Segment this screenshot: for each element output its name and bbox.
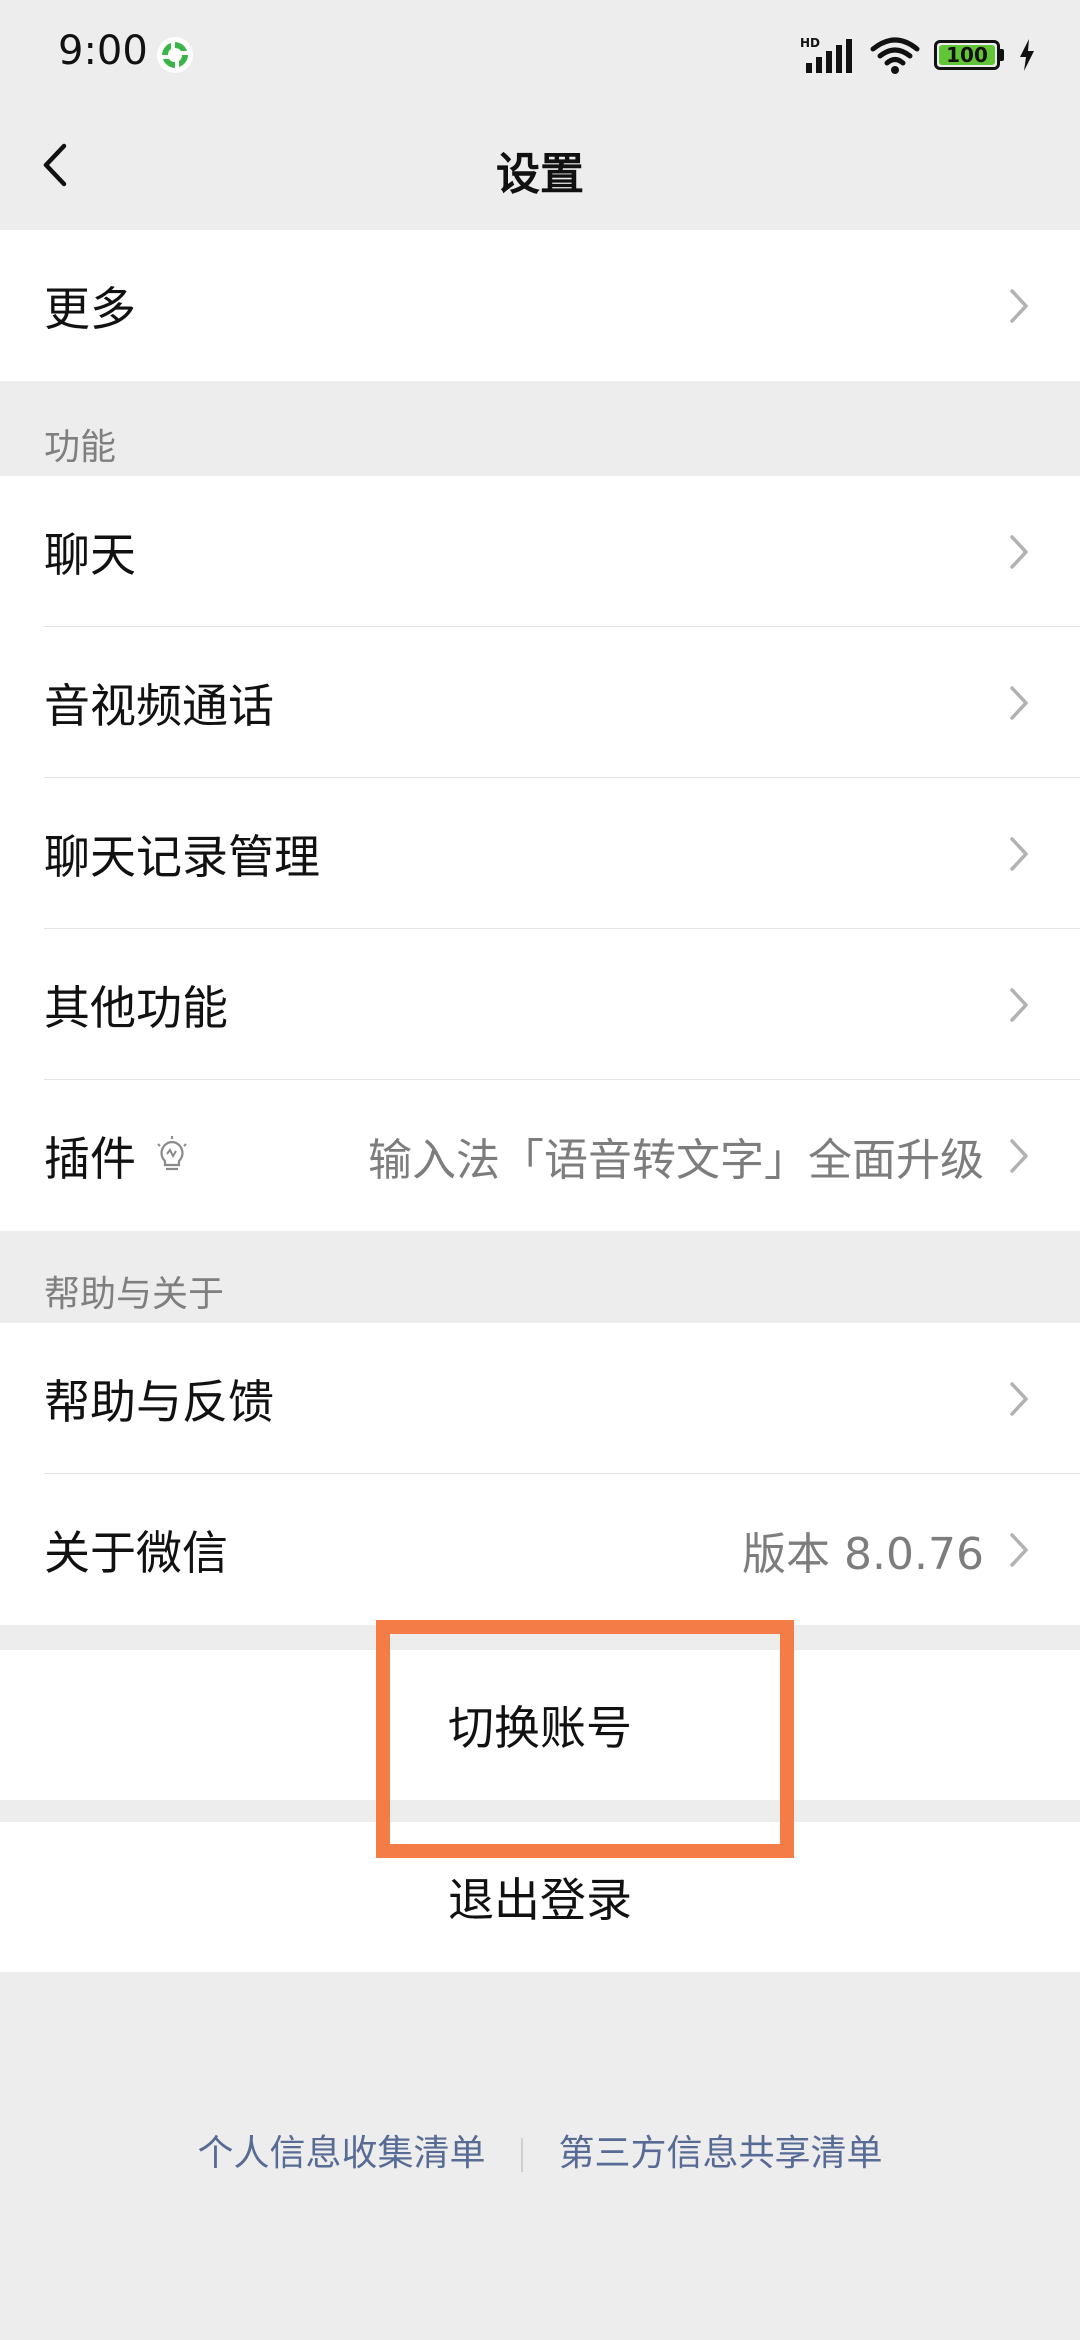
settings-item-value: 版本 8.0.76 (742, 1528, 984, 1580)
settings-item-value: 输入法「语音转文字」全面升级 (368, 1134, 984, 1186)
settings-item-av-calls[interactable]: 音视频通话 (0, 627, 1080, 778)
wifi-icon (870, 37, 920, 74)
settings-item-label: 关于微信 (44, 1525, 228, 1580)
chevron-right-icon (1010, 1138, 1028, 1173)
footer-links: 个人信息收集清单 第三方信息共享清单 (0, 2124, 1080, 2176)
settings-item-label: 插件 (44, 1131, 136, 1186)
lightbulb-icon (157, 1135, 187, 1170)
charging-icon (1020, 39, 1034, 71)
chevron-right-icon (1010, 836, 1028, 871)
chevron-right-icon (1010, 685, 1028, 720)
page-title: 设置 (496, 149, 584, 200)
settings-item-label: 帮助与反馈 (44, 1374, 274, 1429)
settings-item-label: 更多 (44, 281, 136, 336)
battery-icon: 100 (934, 40, 1000, 70)
battery-indicator: 100 (934, 40, 1004, 70)
link-separator (521, 2138, 523, 2172)
personal-info-list-link[interactable]: 个人信息收集清单 (198, 2133, 486, 2174)
settings-item-label: 音视频通话 (44, 678, 274, 733)
settings-item-label: 聊天 (44, 527, 136, 582)
chevron-right-icon (1010, 534, 1028, 569)
features-group: 聊天 音视频通话 聊天记录管理 其他功能 插件 输入法「语音转文字」全面升级 (0, 476, 1080, 1231)
settings-item-more[interactable]: 更多 (0, 230, 1080, 381)
settings-item-label: 聊天记录管理 (44, 829, 320, 884)
settings-item-about[interactable]: 关于微信 版本 8.0.76 (0, 1474, 1080, 1625)
status-time: 9:00 (58, 28, 148, 74)
settings-item-chat[interactable]: 聊天 (0, 476, 1080, 627)
chevron-right-icon (1010, 1381, 1028, 1416)
status-bar: 9:00 HD 100 (0, 0, 1080, 110)
top-settings-group: 更多 (0, 230, 1080, 381)
navigation-bar: 设置 (0, 110, 1080, 220)
section-header-features: 功能 (44, 427, 117, 468)
settings-item-help-feedback[interactable]: 帮助与反馈 (0, 1323, 1080, 1474)
signal-icon: HD (800, 36, 852, 73)
battery-level: 100 (946, 43, 988, 67)
status-indicators: HD 100 (800, 30, 1036, 80)
chevron-right-icon (1010, 288, 1028, 323)
settings-item-other-features[interactable]: 其他功能 (0, 929, 1080, 1080)
settings-item-chat-history[interactable]: 聊天记录管理 (0, 778, 1080, 929)
highlight-annotation-box (376, 1620, 794, 1858)
app-notification-icon (157, 37, 193, 73)
third-party-sharing-list-link[interactable]: 第三方信息共享清单 (558, 2133, 882, 2174)
hd-badge: HD (800, 36, 820, 50)
chevron-right-icon (1010, 987, 1028, 1022)
help-group: 帮助与反馈 关于微信 版本 8.0.76 (0, 1323, 1080, 1625)
chevron-right-icon (1010, 1532, 1028, 1567)
settings-item-plugins[interactable]: 插件 输入法「语音转文字」全面升级 (0, 1080, 1080, 1231)
section-header-help: 帮助与关于 (44, 1274, 225, 1315)
settings-item-label: 其他功能 (44, 980, 228, 1035)
